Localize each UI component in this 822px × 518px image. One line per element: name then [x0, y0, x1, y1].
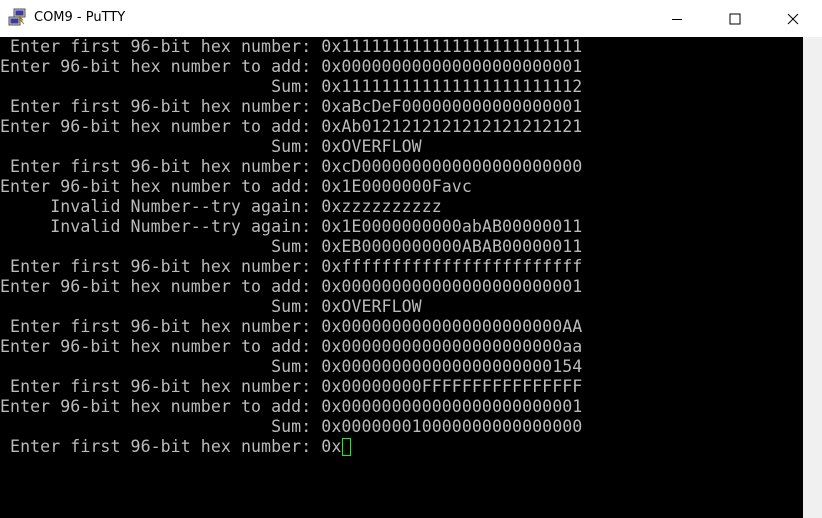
close-button[interactable] [764, 0, 822, 37]
terminal-line: Enter first 96-bit hex number: 0x1111111… [0, 37, 583, 56]
terminal-line: Sum: 0x111111111111111111111112 [0, 77, 583, 96]
terminal-line: Enter first 96-bit hex number: 0xaBcDeF0… [0, 97, 583, 116]
terminal-line: Invalid Number--try again: 0xzzzzzzzzzz [0, 197, 442, 216]
terminal-line: Sum: 0x000000000000000000000154 [0, 357, 583, 376]
terminal-screen[interactable]: Enter first 96-bit hex number: 0x1111111… [0, 37, 803, 518]
title-bar[interactable]: COM9 - PuTTY [0, 0, 822, 37]
terminal-line: Sum: 0xEB0000000000ABAB00000011 [0, 237, 583, 256]
minimize-icon [672, 18, 682, 20]
terminal-line: Enter 96-bit hex number to add: 0x000000… [0, 337, 583, 356]
close-icon [787, 13, 799, 24]
terminal-line: Sum: 0xOVERFLOW [0, 137, 422, 156]
window-title: COM9 - PuTTY [34, 10, 126, 25]
terminal-line: Enter 96-bit hex number to add: 0x000000… [0, 397, 583, 416]
terminal-line: Enter first 96-bit hex number: 0xfffffff… [0, 257, 583, 276]
terminal-line: Invalid Number--try again: 0x1E000000000… [0, 217, 583, 236]
text-cursor [342, 438, 352, 456]
maximize-button[interactable] [706, 0, 764, 37]
terminal-output: Enter first 96-bit hex number: 0x1111111… [0, 37, 582, 457]
terminal-line: Enter first 96-bit hex number: 0xcD00000… [0, 157, 583, 176]
terminal-prompt-line[interactable]: Enter first 96-bit hex number: 0x [0, 437, 582, 457]
terminal-line: Enter 96-bit hex number to add: 0x000000… [0, 277, 583, 296]
putty-window: COM9 - PuTTY Enter first 96-bit hex numb… [0, 0, 822, 518]
terminal-line: Sum: 0x000000010000000000000000 [0, 417, 583, 436]
putty-icon[interactable] [8, 8, 28, 28]
terminal-line: Enter 96-bit hex number to add: 0x000000… [0, 57, 583, 76]
terminal-prompt: Enter first 96-bit hex number: 0x [0, 437, 342, 456]
terminal-line: Enter first 96-bit hex number: 0x0000000… [0, 377, 583, 396]
maximize-icon [729, 13, 741, 24]
terminal-line: Enter 96-bit hex number to add: 0xAb0121… [0, 117, 583, 136]
terminal-line: Enter first 96-bit hex number: 0x0000000… [0, 317, 583, 336]
vertical-scrollbar[interactable] [803, 37, 822, 518]
terminal-line: Enter 96-bit hex number to add: 0x1E0000… [0, 177, 472, 196]
minimize-button[interactable] [648, 0, 706, 37]
terminal-line: Sum: 0xOVERFLOW [0, 297, 422, 316]
